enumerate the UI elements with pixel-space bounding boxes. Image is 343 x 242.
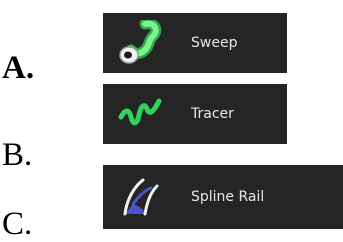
tool-label-tracer: Tracer	[191, 106, 234, 122]
option-b-label: B.	[2, 137, 33, 173]
tool-label-sweep: Sweep	[191, 35, 238, 51]
tool-label-spline-rail: Spline Rail	[191, 189, 265, 205]
tool-item-sweep[interactable]: Sweep	[103, 13, 287, 73]
option-a-label: A.	[2, 50, 35, 86]
tool-item-spline-rail[interactable]: Spline Rail	[103, 165, 343, 229]
option-c-label: C.	[2, 206, 33, 242]
tracer-icon	[117, 91, 163, 137]
sweep-icon	[117, 20, 163, 66]
spline-rail-icon	[117, 174, 163, 220]
tool-item-tracer[interactable]: Tracer	[103, 84, 287, 144]
page: A. B. C. Sweep Tracer Spline Rail	[0, 0, 343, 242]
